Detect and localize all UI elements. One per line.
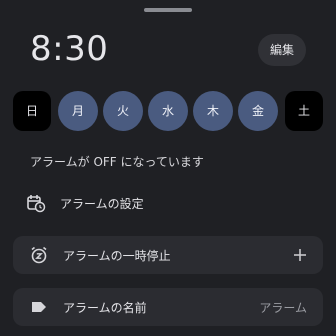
alarm-pause-label: アラームの一時停止: [63, 248, 171, 263]
alarm-name-row[interactable]: アラームの名前 アラーム: [13, 288, 323, 326]
day-saturday[interactable]: 土: [285, 91, 323, 131]
day-sunday[interactable]: 日: [13, 91, 51, 131]
edit-button[interactable]: 編集: [258, 34, 306, 66]
label-tag-icon: [29, 297, 49, 317]
day-friday[interactable]: 金: [238, 91, 278, 131]
alarm-name-label: アラームの名前: [63, 300, 147, 315]
alarm-snooze-icon: [29, 245, 49, 265]
alarm-schedule-row[interactable]: アラームの設定: [26, 190, 144, 216]
plus-icon[interactable]: [293, 248, 307, 262]
alarm-status-text: アラームが OFF になっています: [30, 155, 204, 169]
alarm-name-value: アラーム: [259, 300, 307, 315]
calendar-clock-icon: [26, 193, 46, 213]
alarm-time[interactable]: 8:30: [30, 27, 108, 71]
day-tuesday[interactable]: 火: [103, 91, 143, 131]
alarm-schedule-label: アラームの設定: [60, 196, 144, 211]
weekday-selector: 日 月 火 水 木 金 土: [13, 91, 323, 131]
day-monday[interactable]: 月: [58, 91, 98, 131]
alarm-detail-sheet: 8:30 編集 日 月 火 水 木 金 土 アラームが OFF になっています …: [0, 0, 336, 336]
drag-handle[interactable]: [144, 8, 192, 12]
alarm-pause-row[interactable]: アラームの一時停止: [13, 236, 323, 274]
day-wednesday[interactable]: 水: [148, 91, 188, 131]
day-thursday[interactable]: 木: [193, 91, 233, 131]
